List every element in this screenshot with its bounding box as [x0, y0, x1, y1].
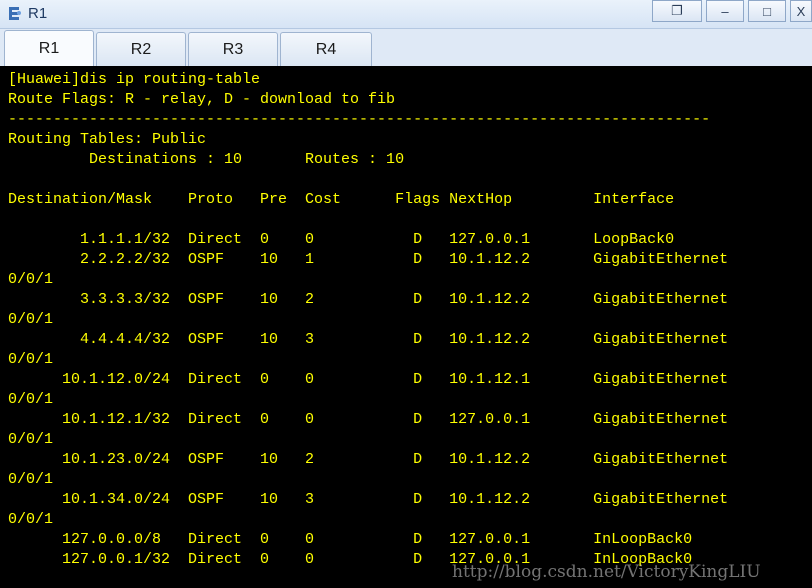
terminal-line: 127.0.0.0/8 Direct 0 0 D 127.0.0.1 InLoo… [8, 531, 693, 548]
tab-r2[interactable]: R2 [96, 32, 186, 66]
terminal-line: 10.1.23.0/24 OSPF 10 2 D 10.1.12.2 Gigab… [8, 451, 729, 468]
terminal-line: 0/0/1 [8, 431, 54, 448]
terminal-line: 10.1.34.0/24 OSPF 10 3 D 10.1.12.2 Gigab… [8, 491, 729, 508]
watermark: http://blog.csdn.net/VictoryKingLIU [452, 562, 761, 582]
terminal-line: 0/0/1 [8, 471, 54, 488]
maximize-button[interactable]: □ [748, 0, 786, 22]
terminal-line: [Huawei]dis ip routing-table [8, 71, 261, 88]
terminal-line: 0/0/1 [8, 511, 54, 528]
minimize-button[interactable]: – [706, 0, 744, 22]
tab-r4[interactable]: R4 [280, 32, 372, 66]
terminal-console[interactable]: [Huawei]dis ip routing-table Route Flags… [0, 66, 812, 588]
terminal-line: 3.3.3.3/32 OSPF 10 2 D 10.1.12.2 Gigabit… [8, 291, 729, 308]
tab-r1[interactable]: R1 [4, 30, 94, 66]
window-title: R1 [28, 5, 48, 22]
terminal-line: Routing Tables: Public [8, 131, 207, 148]
terminal-line: ----------------------------------------… [8, 111, 711, 128]
terminal-line: 1.1.1.1/32 Direct 0 0 D 127.0.0.1 LoopBa… [8, 231, 675, 248]
router-app-icon [9, 7, 21, 20]
maximize-icon: □ [763, 3, 771, 19]
close-button[interactable]: X [790, 0, 812, 22]
terminal-line: 10.1.12.1/32 Direct 0 0 D 127.0.0.1 Giga… [8, 411, 729, 428]
tab-label: R2 [130, 40, 152, 58]
minimize-icon: – [721, 3, 729, 19]
terminal-line: 0/0/1 [8, 351, 54, 368]
tab-label: R1 [38, 39, 60, 57]
terminal-line: 4.4.4.4/32 OSPF 10 3 D 10.1.12.2 Gigabit… [8, 331, 729, 348]
terminal-line: 10.1.12.0/24 Direct 0 0 D 10.1.12.1 Giga… [8, 371, 729, 388]
terminal-line: Route Flags: R - relay, D - download to … [8, 91, 396, 108]
terminal-line: 2.2.2.2/32 OSPF 10 1 D 10.1.12.2 Gigabit… [8, 251, 729, 268]
terminal-line: Destinations : 10 Routes : 10 [8, 151, 405, 168]
terminal-line: 0/0/1 [8, 311, 54, 328]
restore-button[interactable]: ❐ [652, 0, 702, 22]
terminal-line: Destination/Mask Proto Pre Cost Flags Ne… [8, 191, 675, 208]
terminal-line: 0/0/1 [8, 271, 54, 288]
terminal-line: 0/0/1 [8, 391, 54, 408]
tab-bar: R1 R2 R3 R4 [0, 29, 812, 66]
restore-icon: ❐ [671, 3, 683, 18]
tab-label: R3 [222, 40, 244, 58]
close-icon: X [796, 3, 806, 19]
tab-r3[interactable]: R3 [188, 32, 278, 66]
title-bar: R1 ❐ – □ X [0, 0, 812, 29]
tab-label: R4 [315, 40, 337, 58]
